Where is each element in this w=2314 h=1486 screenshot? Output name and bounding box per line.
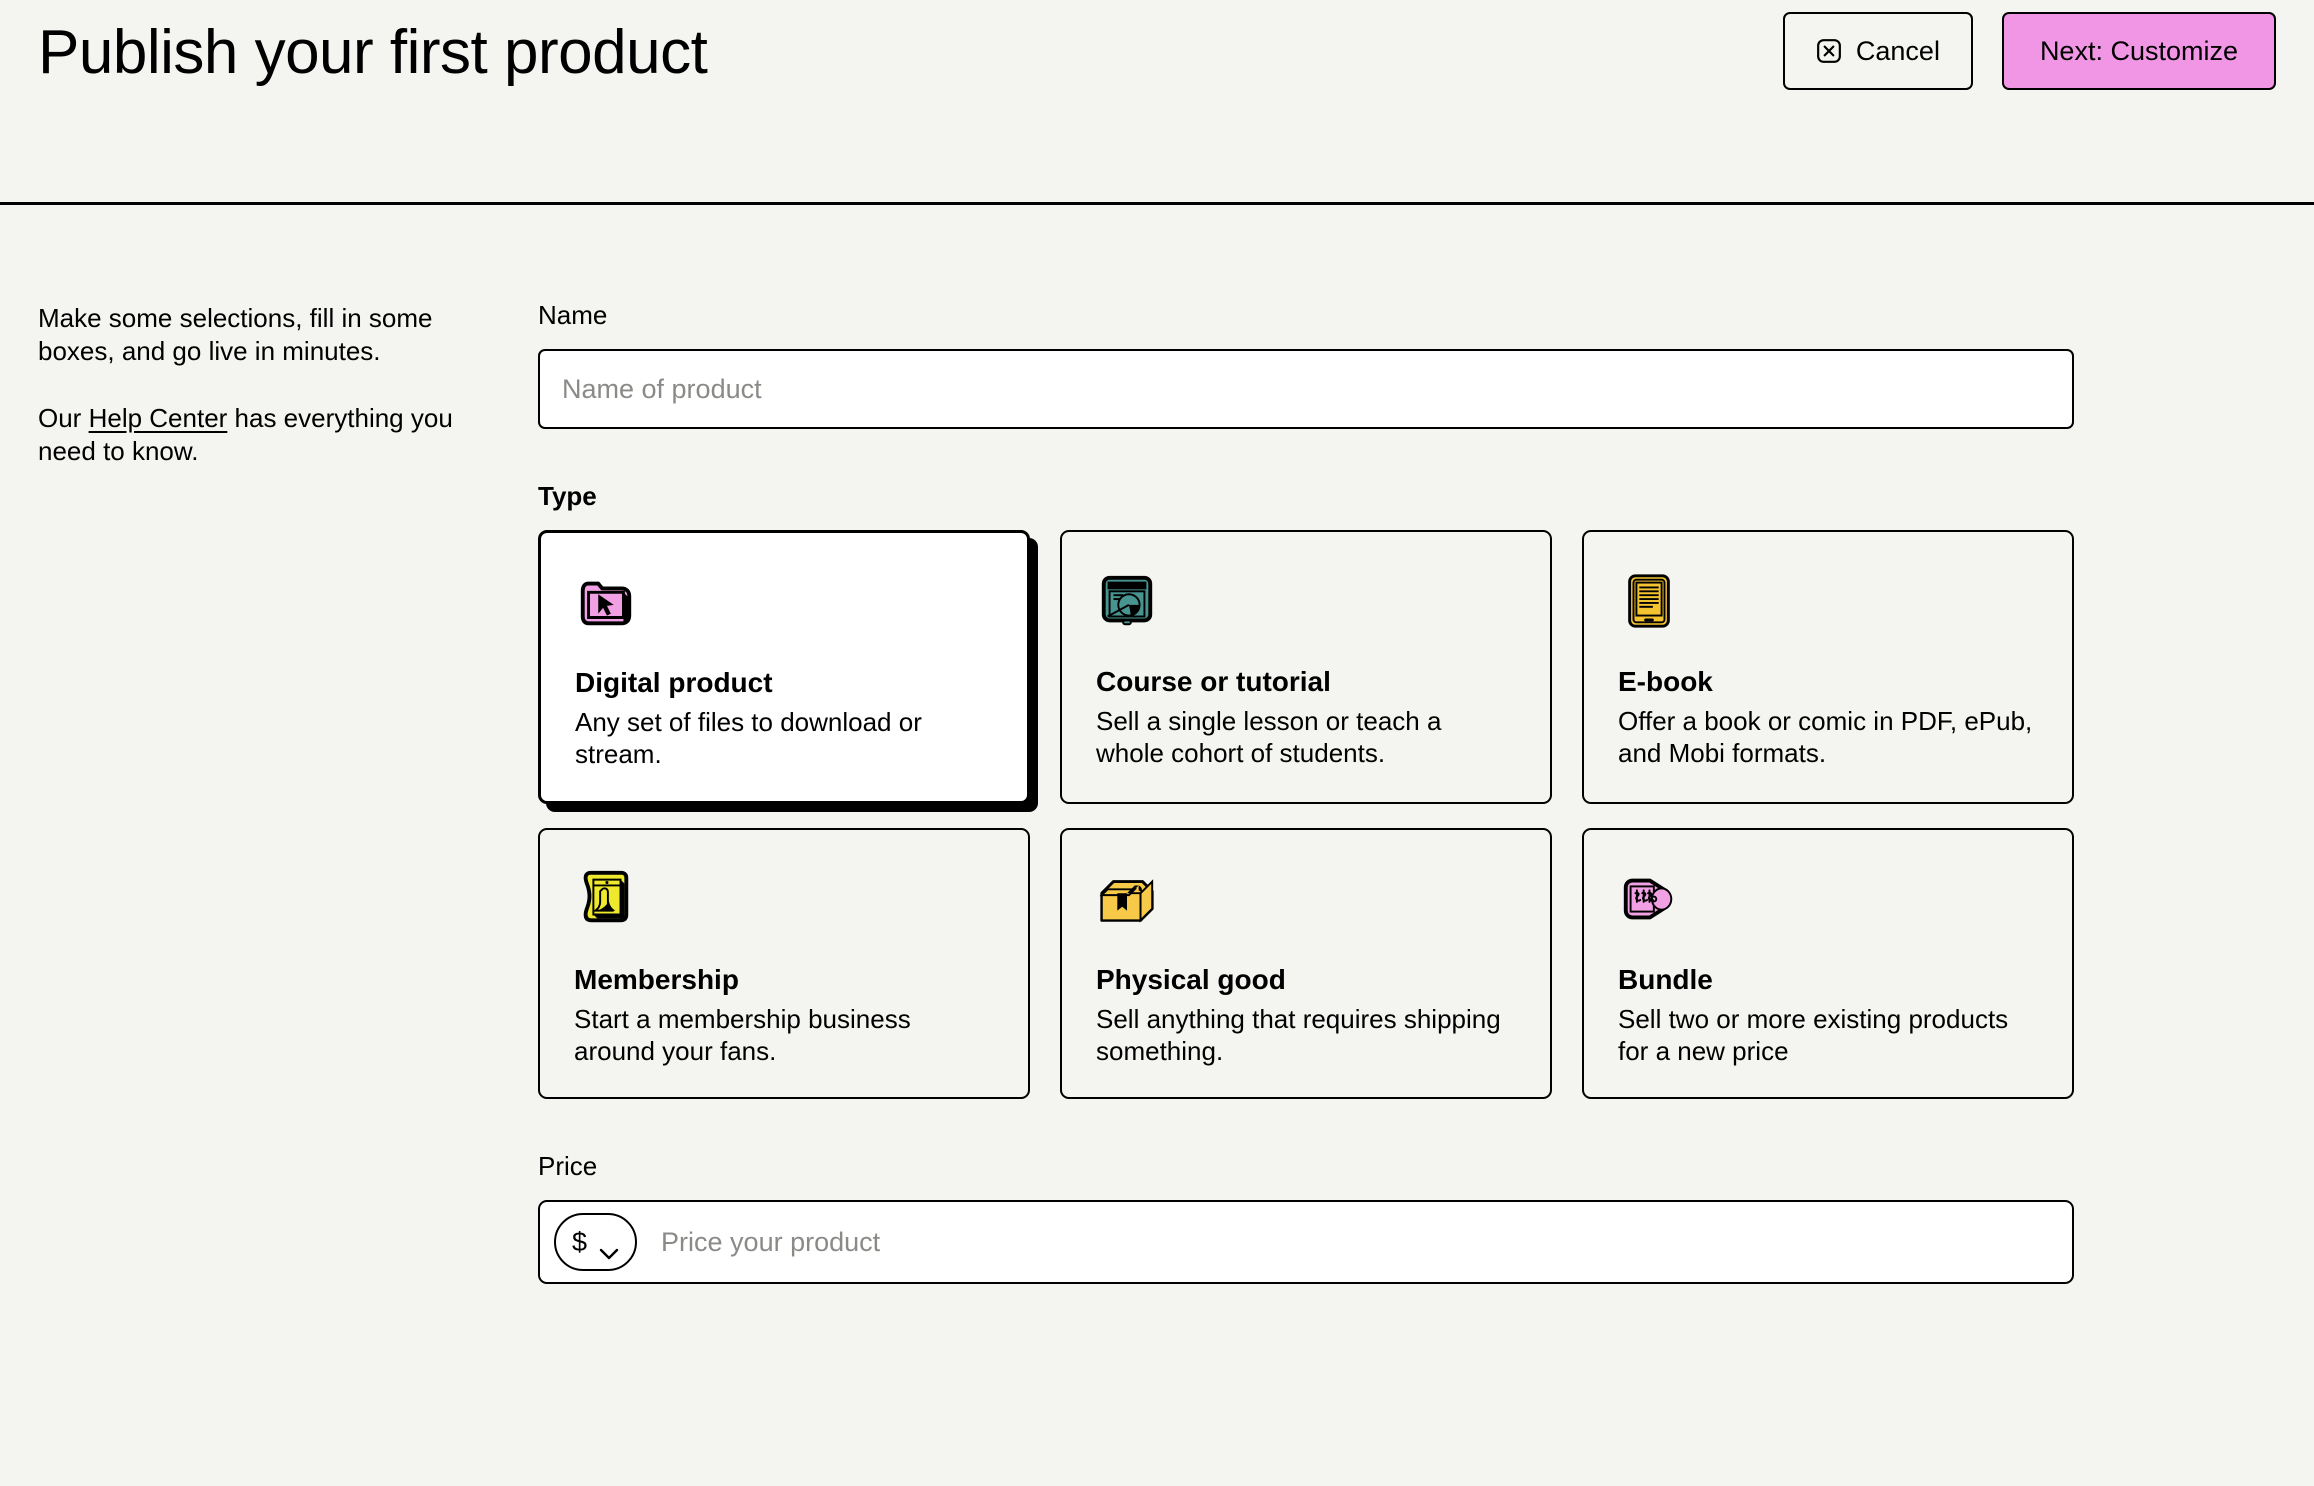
type-card-title: Membership <box>574 963 739 995</box>
close-square-icon <box>1816 38 1842 64</box>
sidebar-help-text: Our Help Center has everything you need … <box>38 402 458 469</box>
presentation-board-icon <box>1096 570 1158 632</box>
type-card-title: Physical good <box>1096 963 1286 995</box>
sidebar-help-panel: Make some selections, fill in some boxes… <box>38 302 538 1284</box>
type-card-desc: Start a membership business around your … <box>574 1003 911 1066</box>
type-card-bundle[interactable]: Bundle Sell two or more existing product… <box>1582 827 2074 1100</box>
name-field-group: Name <box>538 302 2074 429</box>
type-label: Type <box>538 481 597 511</box>
help-center-link[interactable]: Help Center <box>89 403 228 433</box>
product-form: Name Type Digital product <box>538 302 2074 1285</box>
next-customize-button[interactable]: Next: Customize <box>2001 12 2276 90</box>
cancel-button-label: Cancel <box>1855 35 1940 66</box>
help-prefix: Our <box>38 402 89 433</box>
name-label: Name <box>538 300 608 330</box>
type-field-group: Type Digital product Any set of files to… <box>538 481 2074 1100</box>
cancel-button[interactable]: Cancel <box>1782 12 1973 90</box>
page-body: Make some selections, fill in some boxes… <box>0 205 2314 1285</box>
product-name-input[interactable] <box>538 349 2074 429</box>
price-label: Price <box>538 1151 598 1182</box>
currency-symbol: $ <box>572 1226 588 1257</box>
type-card-desc: Sell a single lesson or teach a whole co… <box>1096 706 1442 768</box>
type-card-membership[interactable]: Membership Start a membership business a… <box>538 827 1030 1100</box>
type-card-title: Bundle <box>1618 963 1713 995</box>
type-card-title: Digital product <box>575 667 773 698</box>
price-tag-icon <box>1618 868 1680 930</box>
header-actions: Cancel Next: Customize <box>1782 12 2276 90</box>
type-card-physical-good[interactable]: Physical good Sell anything that require… <box>1060 827 1552 1100</box>
currency-selector[interactable]: $ <box>554 1213 638 1272</box>
price-input-row: $ <box>538 1200 2074 1285</box>
membership-card-icon <box>574 868 636 930</box>
type-card-title: Course or tutorial <box>1096 666 1331 697</box>
shipping-box-icon <box>1096 868 1158 930</box>
type-card-desc: Offer a book or comic in PDF, ePub, and … <box>1618 706 2033 768</box>
price-amount-input[interactable] <box>637 1202 2058 1283</box>
chevron-down-icon <box>599 1236 619 1260</box>
type-card-desc: Sell two or more existing products for a… <box>1618 1003 2009 1066</box>
page-title: Publish your first product <box>38 18 708 87</box>
price-field-group: Price $ <box>538 1151 2074 1285</box>
e-reader-icon <box>1618 570 1680 632</box>
page-header: Publish your first product Cancel Next: … <box>0 0 2314 205</box>
type-card-desc: Any set of files to download or stream. <box>575 707 922 769</box>
sidebar-intro-text: Make some selections, fill in some boxes… <box>38 303 433 367</box>
type-card-desc: Sell anything that requires shipping som… <box>1096 1003 1501 1066</box>
folder-cursor-icon <box>575 571 637 633</box>
type-card-title: E-book <box>1618 666 1713 697</box>
type-card-digital-product[interactable]: Digital product Any set of files to down… <box>538 530 1030 804</box>
product-type-grid: Digital product Any set of files to down… <box>538 530 2074 1100</box>
type-card-e-book[interactable]: E-book Offer a book or comic in PDF, ePu… <box>1582 530 2074 804</box>
type-card-course-or-tutorial[interactable]: Course or tutorial Sell a single lesson … <box>1060 530 1552 804</box>
